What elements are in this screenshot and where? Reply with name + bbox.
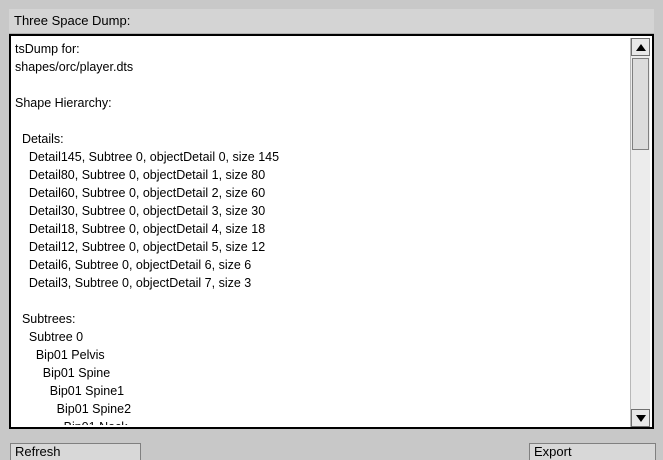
dump-text-frame: tsDump for: shapes/orc/player.dts Shape Hi… [9,34,654,429]
window-titlebar: Three Space Dump: [9,9,654,34]
dump-text-area[interactable]: tsDump for: shapes/orc/player.dts Shape Hi… [15,40,630,425]
dump-line: Detail30, Subtree 0, objectDetail 3, siz… [15,204,266,218]
dump-line: Detail80, Subtree 0, objectDetail 1, siz… [15,168,266,182]
dump-line: Bip01 Spine2 [15,402,132,416]
dump-line: Detail12, Subtree 0, objectDetail 5, siz… [15,240,266,254]
dump-line: Detail60, Subtree 0, objectDetail 2, siz… [15,186,266,200]
dump-line: Bip01 Spine1 [15,384,125,398]
dump-line [15,76,630,94]
dump-line: Detail3, Subtree 0, objectDetail 7, size… [15,276,252,290]
dump-line: tsDump for: [15,42,80,56]
dump-line: Subtree 0 [15,330,84,344]
refresh-button[interactable]: Refresh [10,443,141,460]
scroll-up-button[interactable] [631,38,650,56]
triangle-down-icon [636,415,646,422]
dump-line: Bip01 Spine [15,366,111,380]
scrollbar-thumb[interactable] [632,58,649,150]
three-space-dump-window: Three Space Dump: tsDump for: shapes/orc/… [0,0,663,460]
dump-line: Detail6, Subtree 0, objectDetail 6, size… [15,258,252,272]
dump-line: Bip01 Neck [15,418,630,425]
export-button[interactable]: Export [529,443,656,460]
dump-line: Details: [15,132,64,146]
vertical-scrollbar[interactable] [630,38,650,427]
dump-line [15,112,630,130]
triangle-up-icon [636,44,646,51]
dump-line: Shape Hierarchy: [15,96,112,110]
dump-line [15,292,630,310]
dump-line: Detail18, Subtree 0, objectDetail 4, siz… [15,222,266,236]
scroll-down-button[interactable] [631,409,650,427]
window-title: Three Space Dump: [14,13,131,28]
dump-line: Detail145, Subtree 0, objectDetail 0, si… [15,150,280,164]
dump-line: shapes/orc/player.dts [15,60,134,74]
dump-line: Bip01 Pelvis [15,348,105,362]
dump-line: Subtrees: [15,312,76,326]
